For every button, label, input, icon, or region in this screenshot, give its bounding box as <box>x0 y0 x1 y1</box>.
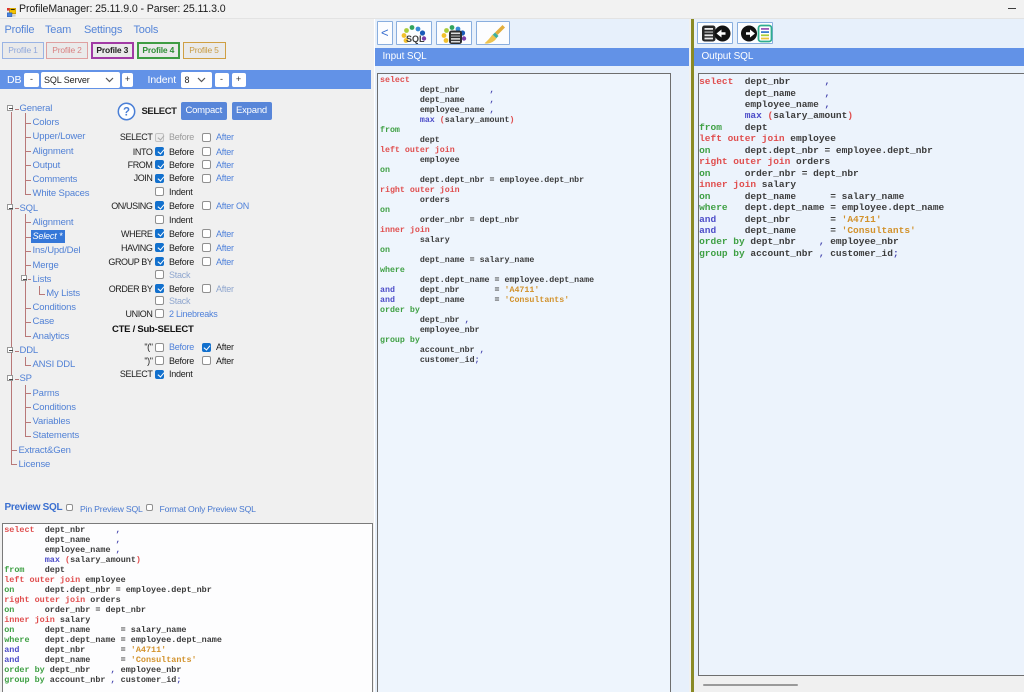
svg-text:?: ? <box>123 106 130 118</box>
svg-text:SQL: SQL <box>406 34 425 44</box>
